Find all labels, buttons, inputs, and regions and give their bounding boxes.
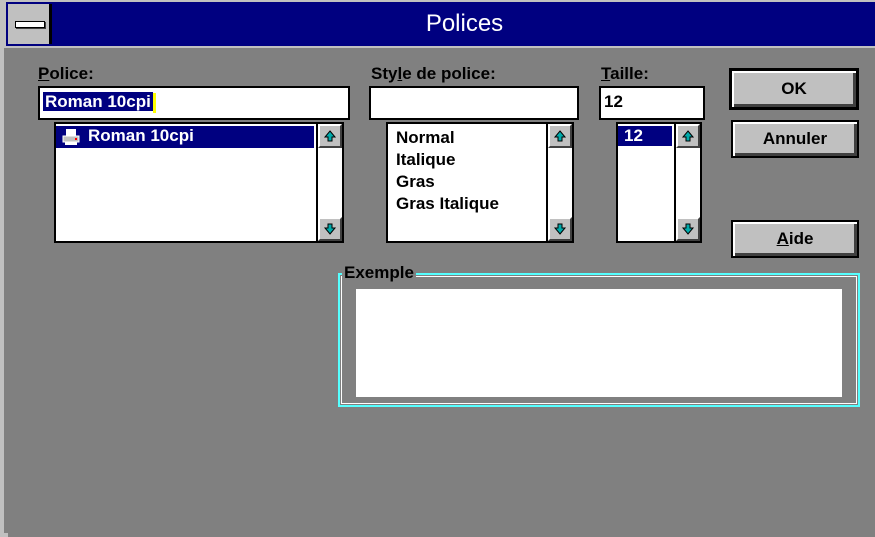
style-list-scrollbar[interactable] xyxy=(546,124,572,241)
style-list-item[interactable]: Normal xyxy=(396,128,455,148)
font-name-input[interactable]: Roman 10cpi xyxy=(38,86,350,120)
font-list-item[interactable]: Roman 10cpi xyxy=(56,126,314,148)
system-menu-button[interactable] xyxy=(8,4,52,44)
window-title: Polices xyxy=(425,10,504,37)
arrow-up-icon xyxy=(323,130,337,142)
font-name-input-value: Roman 10cpi xyxy=(43,92,153,111)
printer-icon xyxy=(62,128,80,145)
font-list[interactable]: Roman 10cpi xyxy=(54,122,344,243)
font-size-list[interactable]: 12 xyxy=(616,122,702,243)
scroll-up-button[interactable] xyxy=(676,124,700,148)
font-style-list[interactable]: Normal Italique Gras Gras Italique xyxy=(386,122,574,243)
scroll-up-button[interactable] xyxy=(548,124,572,148)
font-list-scrollbar[interactable] xyxy=(316,124,342,241)
sample-group-label: Exemple xyxy=(342,263,416,282)
arrow-up-icon xyxy=(553,130,567,142)
style-list-item[interactable]: Gras Italique xyxy=(396,194,499,214)
size-label: Taille: xyxy=(601,64,649,83)
cancel-button[interactable]: Annuler xyxy=(731,120,859,158)
sample-preview xyxy=(356,289,842,397)
ok-button[interactable]: OK xyxy=(729,68,859,110)
font-style-input[interactable] xyxy=(369,86,579,120)
size-list-item[interactable]: 12 xyxy=(618,126,672,146)
font-label-mnemonic: P xyxy=(38,64,50,83)
font-list-item-label: Roman 10cpi xyxy=(88,126,194,145)
font-size-input-value: 12 xyxy=(604,92,623,111)
arrow-down-icon xyxy=(681,223,695,235)
arrow-down-icon xyxy=(553,223,567,235)
title-bar[interactable]: Polices xyxy=(4,0,875,48)
scroll-down-button[interactable] xyxy=(676,217,700,241)
fonts-dialog: Polices Police: Roman 10cpi Roman 10cpi xyxy=(0,0,875,537)
style-list-item[interactable]: Italique xyxy=(396,150,456,170)
style-list-item[interactable]: Gras xyxy=(396,172,435,192)
style-label: Style de police: xyxy=(371,64,496,83)
scroll-down-button[interactable] xyxy=(548,217,572,241)
font-label: Police: xyxy=(38,64,94,83)
system-menu-icon xyxy=(15,21,45,28)
size-label-mnemonic: T xyxy=(601,64,611,83)
help-button-mnemonic: A xyxy=(776,229,789,248)
arrow-down-icon xyxy=(323,223,337,235)
arrow-up-icon xyxy=(681,130,695,142)
help-button[interactable]: Aide xyxy=(731,220,859,258)
scroll-up-button[interactable] xyxy=(318,124,342,148)
text-caret xyxy=(152,92,156,113)
size-list-scrollbar[interactable] xyxy=(674,124,700,241)
font-size-input[interactable]: 12 xyxy=(599,86,705,120)
dialog-body: Police: Roman 10cpi Roman 10cpi Style de… xyxy=(8,48,875,537)
scroll-down-button[interactable] xyxy=(318,217,342,241)
